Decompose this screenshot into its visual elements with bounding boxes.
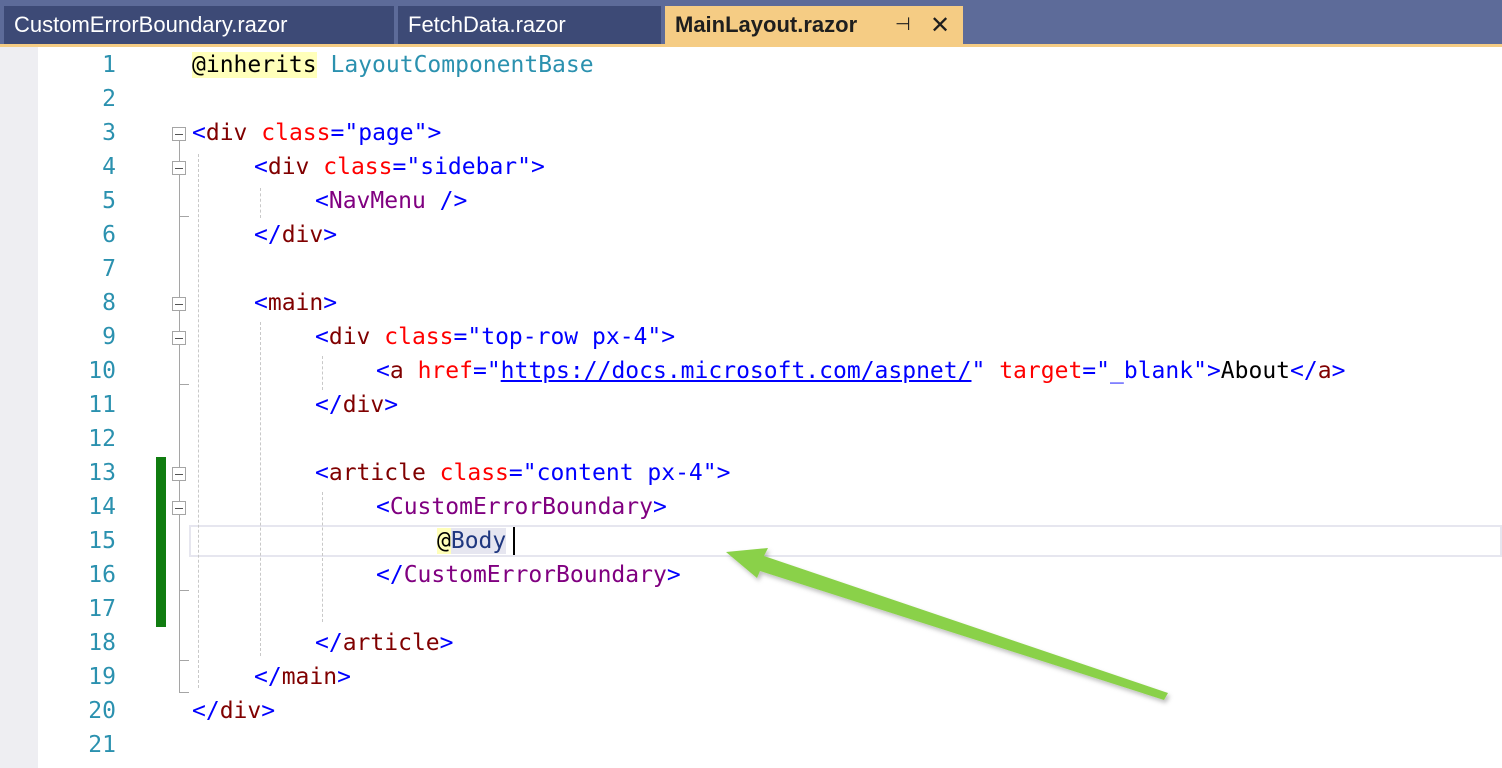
annotation-arrow <box>726 548 1168 700</box>
